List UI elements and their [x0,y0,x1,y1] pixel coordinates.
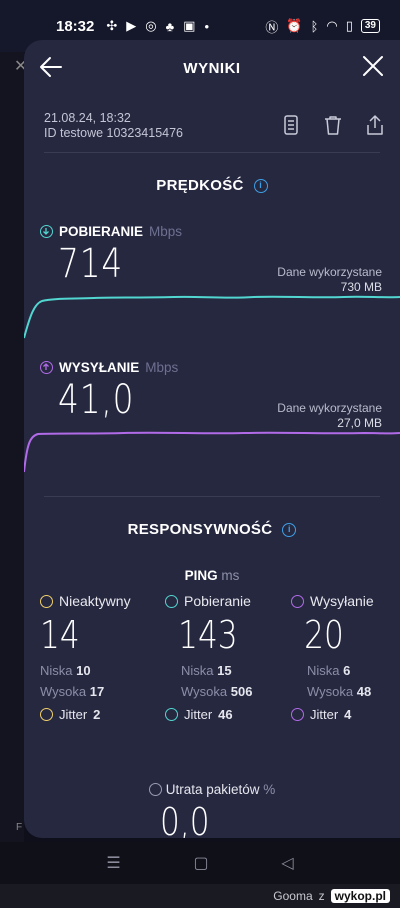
jitter-icon [165,708,178,721]
status-time: 18:32 [56,17,95,35]
divider [44,152,380,153]
ping-value: 14 [40,613,80,657]
low-label: Niska [40,663,73,678]
home-icon[interactable]: ▢ [193,853,208,873]
responsiveness-title-text: RESPONSYWNOŚĆ [127,521,273,538]
download-arrow-icon [40,225,53,238]
ping-upload-column: Wysyłanie 20 Niska 6 Wysoka 48 Jitter 4 [291,593,400,722]
ping-label: PING [184,568,218,583]
upload-header: WYSYŁANIE Mbps [40,360,178,375]
background-app: ✕ F [0,52,27,842]
download-arrow-icon [165,594,178,608]
packet-loss-value: 0,0 [160,800,210,838]
jitter-label: Jitter [184,707,213,722]
wykop-logo: wykop.pl [330,889,390,903]
alarm-icon: ⏰ [286,18,303,33]
share-icon[interactable] [364,114,386,136]
upload-value: 41,0 [58,377,135,423]
packet-loss-label: Utrata pakietów [165,782,260,797]
high-value: 17 [89,684,105,699]
column-label: Nieaktywny [59,593,131,609]
low-label: Niska [181,663,214,678]
high-label: Wysoka [40,684,87,699]
trash-icon[interactable] [322,114,344,136]
dot-icon: • [204,18,210,34]
download-usage-label: Dane wykorzystane [277,265,382,279]
low-value: 15 [217,663,232,678]
idle-icon [40,594,53,608]
high-value: 48 [356,684,372,699]
ping-unit: ms [221,568,240,583]
background-letter: F [16,822,23,833]
top-bar: WYNIKI [24,40,400,96]
upload-label: WYSYŁANIE [59,360,140,375]
info-icon[interactable]: i [282,523,297,537]
jitter-label: Jitter [310,707,339,722]
ping-value: 143 [178,613,238,657]
results-card: WYNIKI 21.08.24, 18:32 ID testowe 103234… [24,40,400,838]
fan-icon: ✣ [106,18,118,33]
low-value: 10 [76,663,91,678]
ping-idle-column: Nieaktywny 14 Niska 10 Wysoka 17 Jitter 2 [40,593,160,722]
notes-icon: ♣ [165,18,175,34]
download-graph [24,295,400,339]
test-date: 21.08.24, 18:32 [44,111,131,125]
column-label: Wysyłanie [310,593,374,609]
battery-icon: 39 [360,19,380,33]
speed-title: PRĘDKOŚĆ i [24,177,400,194]
navigation-bar: ☰ ▢ ◁ [0,842,400,884]
upload-arrow-icon [40,361,53,374]
page-title: WYNIKI [183,60,241,77]
report-icon[interactable] [280,114,302,136]
jitter-label: Jitter [59,707,88,722]
test-meta: 21.08.24, 18:32 ID testowe 10323415476 [44,111,183,141]
download-value: 714 [58,241,124,287]
wifi-icon: ◠ [326,18,338,33]
low-value: 6 [343,663,351,678]
author: Gooma [273,889,313,903]
upload-graph [24,431,400,473]
upload-unit: Mbps [145,360,179,375]
bag-icon: ▣ [183,18,196,33]
jitter-icon [291,708,304,721]
info-icon[interactable]: i [253,179,268,193]
packet-loss-unit: % [263,782,276,797]
jitter-icon [40,708,53,721]
test-id: ID testowe 10323415476 [44,126,183,140]
download-unit: Mbps [149,224,183,239]
youtube-icon: ▶ [126,18,137,33]
upload-usage-label: Dane wykorzystane [277,401,382,415]
high-value: 506 [230,684,253,699]
ping-title: PING ms [24,568,400,583]
packet-loss-icon [148,783,162,796]
low-label: Niska [307,663,340,678]
jitter-value: 2 [93,707,101,722]
watermark-z: z [318,889,325,903]
back-icon[interactable]: ◁ [281,853,293,873]
bluetooth-icon: ᛒ [310,18,319,34]
upload-arrow-icon [291,594,304,608]
packet-loss-header: Utrata pakietów % [24,782,400,797]
instagram-icon: ◎ [145,18,157,33]
high-label: Wysoka [181,684,228,699]
jitter-value: 4 [344,707,352,722]
nfc-icon: Ⓝ [265,19,279,35]
speed-title-text: PRĘDKOŚĆ [156,177,244,194]
ping-download-column: Pobieranie 143 Niska 15 Wysoka 506 Jitte… [165,593,285,722]
recent-apps-icon[interactable]: ☰ [106,853,120,873]
close-icon[interactable] [362,55,384,77]
vibrate-icon: ▯ [345,18,353,33]
jitter-value: 46 [218,707,233,722]
responsiveness-title: RESPONSYWNOŚĆ i [24,521,400,538]
watermark: Gooma z wykop.pl [0,884,400,908]
high-label: Wysoka [307,684,354,699]
ping-value: 20 [304,613,344,657]
divider [44,496,380,497]
download-header: POBIERANIE Mbps [40,224,182,239]
download-label: POBIERANIE [59,224,144,239]
column-label: Pobieranie [184,593,251,609]
